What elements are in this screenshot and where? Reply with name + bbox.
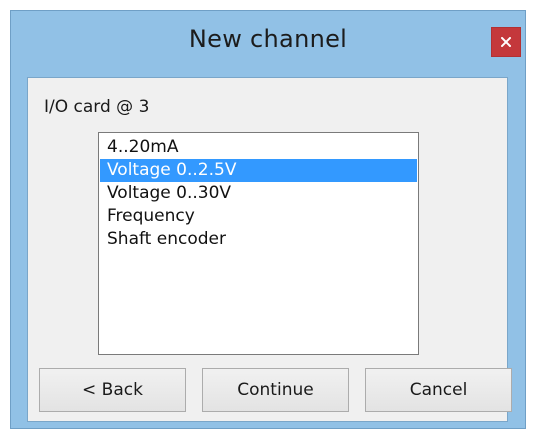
list-item-voltage-0-30v[interactable]: Voltage 0..30V: [100, 182, 417, 205]
close-icon: [501, 37, 511, 47]
window-title: New channel: [188, 25, 348, 53]
channel-type-listbox[interactable]: 4..20mA Voltage 0..2.5V Voltage 0..30V F…: [98, 132, 419, 355]
close-button[interactable]: [491, 27, 521, 57]
back-button[interactable]: < Back: [39, 368, 186, 412]
list-item-4-20ma[interactable]: 4..20mA: [100, 136, 417, 159]
io-card-label: I/O card @ 3: [44, 97, 150, 117]
dialog-content: I/O card @ 3 4..20mA Voltage 0..2.5V Vol…: [27, 77, 512, 422]
list-item-frequency[interactable]: Frequency: [100, 205, 417, 228]
continue-button[interactable]: Continue: [202, 368, 349, 412]
title-bar[interactable]: New channel: [11, 11, 525, 77]
list-item-shaft-encoder[interactable]: Shaft encoder: [100, 228, 417, 251]
list-item-voltage-0-2-5v[interactable]: Voltage 0..2.5V: [100, 159, 417, 182]
dialog-window: New channel I/O card @ 3 4..20mA Voltage…: [10, 10, 526, 429]
cancel-button[interactable]: Cancel: [365, 368, 512, 412]
